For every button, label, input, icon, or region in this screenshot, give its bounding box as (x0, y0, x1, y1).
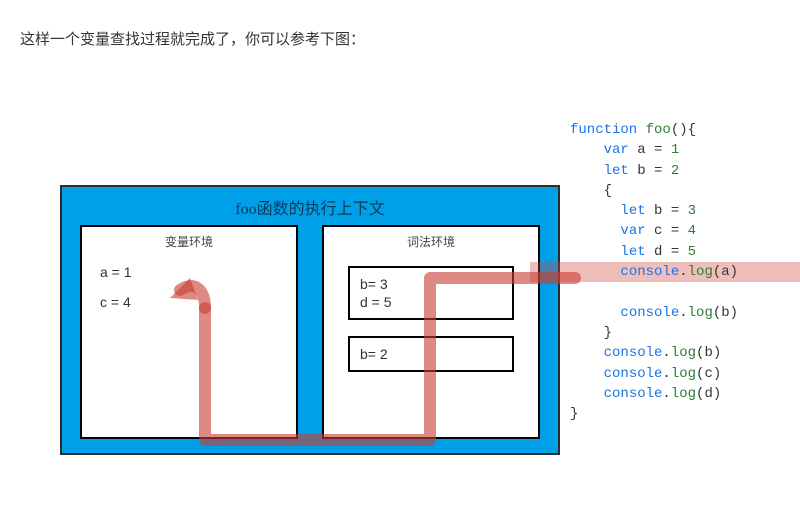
lex-scope-block: b= 2 (348, 336, 514, 372)
scope-line: d = 5 (360, 294, 502, 310)
code-number: 2 (671, 163, 679, 179)
code-punct: ) (713, 366, 721, 382)
code-punct: (){ (671, 122, 696, 138)
code-ident: console (604, 345, 663, 361)
code-text: a = (629, 142, 671, 158)
env-row: 变量环境 a = 1 c = 4 词法环境 b= 3 d = 5 b= 2 (62, 225, 558, 449)
code-punct: . (679, 264, 687, 280)
highlighted-code-line: console.log(a) (530, 262, 800, 282)
code-ident: console (604, 366, 663, 382)
code-brace: { (604, 183, 612, 199)
code-text: c = (646, 223, 688, 239)
code-method: log (671, 366, 696, 382)
code-arg: b (721, 305, 729, 321)
code-method: log (671, 345, 696, 361)
code-arg: b (704, 345, 712, 361)
lex-scope-block: b= 3 d = 5 (348, 266, 514, 320)
code-fn-name: foo (637, 122, 671, 138)
scope-line: b= 2 (360, 346, 502, 362)
code-method: log (688, 264, 713, 280)
code-keyword: var (604, 142, 629, 158)
code-keyword: let (620, 244, 645, 260)
var-env-title: 变量环境 (92, 233, 286, 250)
code-number: 5 (688, 244, 696, 260)
code-arg: d (704, 386, 712, 402)
code-punct: . (662, 345, 670, 361)
diagram-title: foo函数的执行上下文 (62, 187, 558, 225)
code-arg: c (704, 366, 712, 382)
lexical-environment-box: 词法环境 b= 3 d = 5 b= 2 (322, 225, 540, 439)
code-keyword: function (570, 122, 637, 138)
code-punct: ) (730, 305, 738, 321)
code-text: b = (629, 163, 671, 179)
intro-text: 这样一个变量查找过程就完成了，你可以参考下图： (20, 28, 365, 49)
code-punct: ) (730, 264, 738, 280)
code-ident: console (604, 386, 663, 402)
code-punct: . (662, 366, 670, 382)
code-punct: ) (713, 386, 721, 402)
code-arg: a (721, 264, 729, 280)
code-brace: } (604, 325, 612, 341)
code-brace: } (570, 406, 578, 422)
scope-line: b= 3 (360, 276, 502, 292)
code-text: b = (646, 203, 688, 219)
code-number: 1 (671, 142, 679, 158)
code-punct: ) (713, 345, 721, 361)
code-keyword: let (620, 203, 645, 219)
code-punct: ( (713, 264, 721, 280)
code-method: log (688, 305, 713, 321)
variable-environment-box: 变量环境 a = 1 c = 4 (80, 225, 298, 439)
code-punct: . (662, 386, 670, 402)
code-text: d = (646, 244, 688, 260)
code-keyword: let (604, 163, 629, 179)
lex-env-title: 词法环境 (334, 233, 528, 250)
var-env-line: a = 1 (100, 264, 286, 280)
var-env-line: c = 4 (100, 294, 286, 310)
code-method: log (671, 386, 696, 402)
code-keyword: var (620, 223, 645, 239)
code-ident: console (620, 264, 679, 280)
code-snippet: function foo(){ var a = 1 let b = 2 { le… (570, 120, 738, 424)
code-ident: console (620, 305, 679, 321)
code-punct: . (679, 305, 687, 321)
code-number: 3 (688, 203, 696, 219)
code-number: 4 (688, 223, 696, 239)
code-punct: ( (713, 305, 721, 321)
execution-context-diagram: foo函数的执行上下文 变量环境 a = 1 c = 4 词法环境 b= 3 d… (60, 185, 560, 455)
